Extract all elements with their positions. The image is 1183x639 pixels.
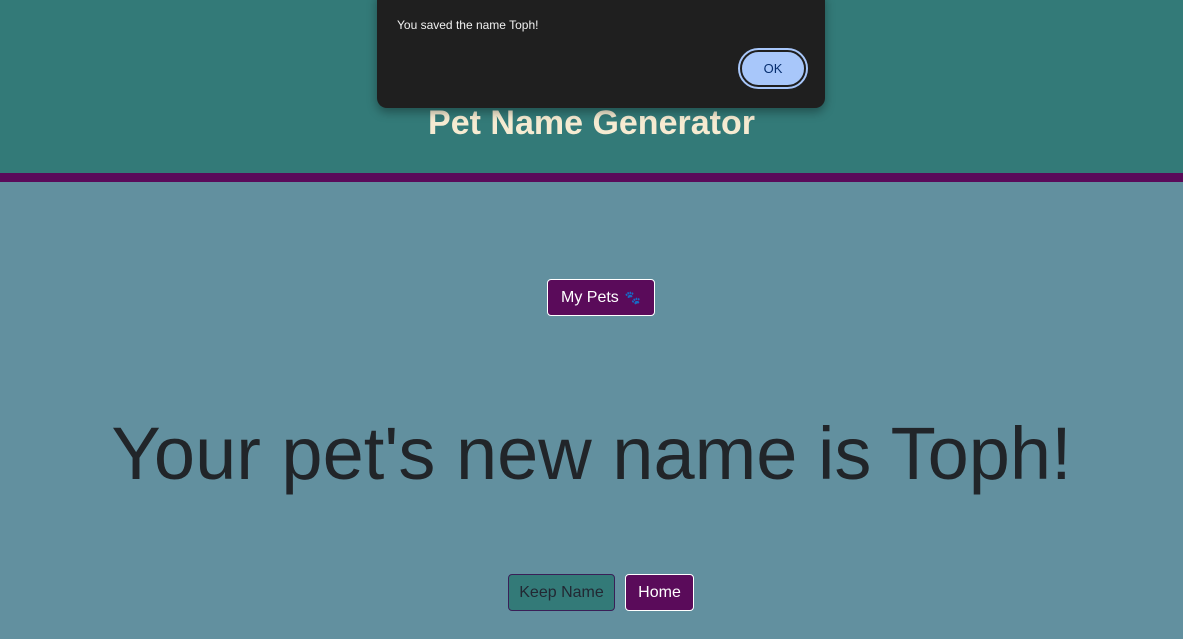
my-pets-label: My Pets: [561, 288, 619, 306]
my-pets-button[interactable]: My Pets 🐾: [547, 279, 655, 316]
home-button[interactable]: Home: [625, 574, 694, 611]
generated-name-message: Your pet's new name is Toph!: [111, 412, 1072, 495]
dialog-message: You saved the name Toph!: [397, 18, 539, 32]
alert-dialog: You saved the name Toph! OK: [377, 0, 825, 108]
paw-icon: 🐾: [624, 289, 641, 305]
header-divider: [0, 173, 1183, 182]
keep-name-button[interactable]: Keep Name: [508, 574, 615, 611]
ok-button[interactable]: OK: [738, 48, 808, 89]
